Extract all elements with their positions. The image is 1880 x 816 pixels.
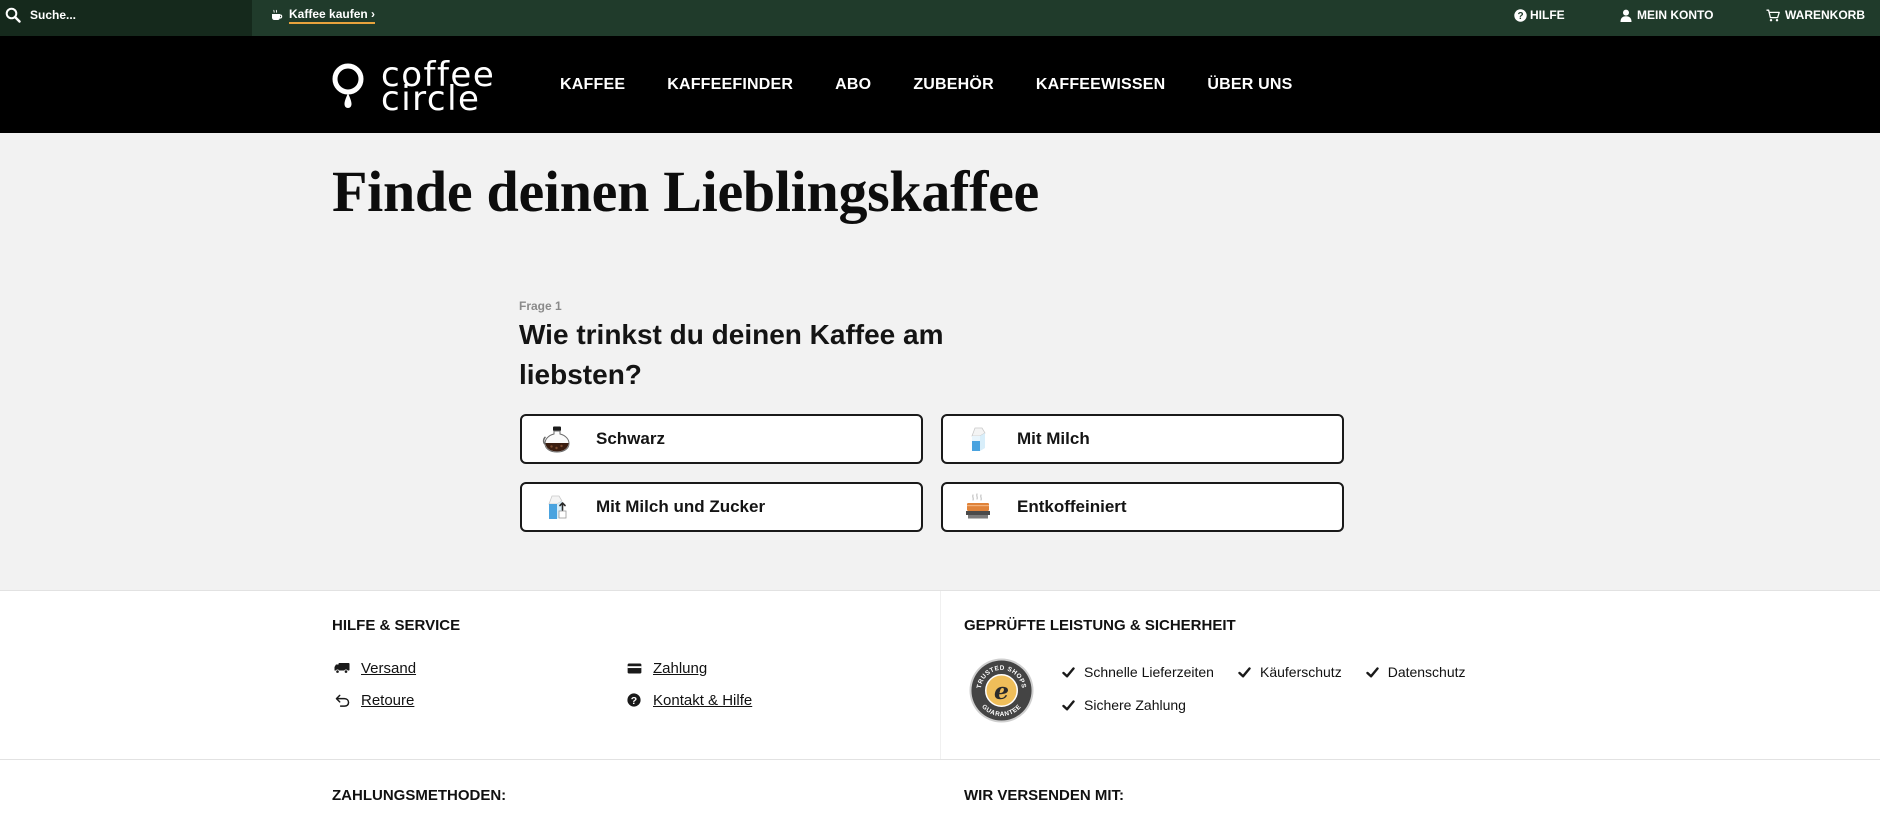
check-icon — [1238, 666, 1251, 678]
contact-help-link[interactable]: ? Kontakt & Hilfe — [626, 690, 918, 710]
milk-sugar-icon — [548, 495, 567, 519]
account-link[interactable]: MEIN KONTO — [1620, 0, 1713, 30]
nav-item-abo[interactable]: ABO — [835, 76, 871, 94]
search-bar[interactable] — [0, 0, 252, 36]
answer-option-mit-milch-und-zucker[interactable]: Mit Milch und Zucker — [520, 482, 923, 532]
payment-shipping-section: ZAHLUNGSMETHODEN: WIR VERSENDEN MIT: — [0, 759, 1880, 816]
svg-text:?: ? — [1517, 11, 1523, 22]
svg-text:?: ? — [631, 695, 637, 707]
answer-option-label: Schwarz — [596, 429, 665, 448]
trust-feature-label: Datenschutz — [1387, 664, 1466, 680]
check-icon — [1366, 666, 1379, 678]
contact-help-link-label: Kontakt & Hilfe — [653, 691, 753, 709]
section-divider — [940, 591, 941, 759]
trust-feature-label: Sichere Zahlung — [1084, 697, 1186, 713]
answer-option-entkoffeiniert[interactable]: Entkoffeiniert — [941, 482, 1344, 532]
trust-feature-label: Käuferschutz — [1259, 664, 1342, 680]
search-input[interactable] — [30, 5, 240, 25]
question-text: Wie trinkst du deinen Kaffee am liebsten… — [519, 319, 944, 390]
utility-bar: Kaffee kaufen › ? HILFE MEIN KONTO — [0, 0, 1880, 36]
nav-item-zubehoer[interactable]: ZUBEHÖR — [913, 76, 994, 94]
coffee-pot-icon — [542, 426, 570, 453]
answer-option-label: Entkoffeiniert — [1017, 497, 1127, 516]
help-link[interactable]: ? HILFE — [1514, 0, 1565, 30]
svg-text:e: e — [994, 677, 1009, 705]
trust-feature: Käuferschutz — [1238, 662, 1342, 682]
nav-item-ueber-uns[interactable]: ÜBER UNS — [1207, 76, 1292, 94]
shipping-link-label: Versand — [361, 659, 417, 677]
help-label: HILFE — [1530, 8, 1565, 22]
logo-line-2: circle — [381, 79, 481, 119]
question-step-label: Frage 1 — [519, 299, 562, 313]
payment-methods-title: ZAHLUNGSMETHODEN: — [332, 787, 507, 804]
shipping-link[interactable]: Versand — [334, 658, 626, 678]
shop-coffee-link[interactable]: Kaffee kaufen › — [271, 0, 376, 30]
logo-wordmark: coffee circle — [381, 58, 495, 119]
main-navigation: coffee circle KAFFEE KAFFEEFINDER ABO ZU… — [0, 36, 1880, 133]
trust-feature: Schnelle Lieferzeiten — [1062, 662, 1214, 682]
trust-feature-label: Schnelle Lieferzeiten — [1084, 664, 1214, 680]
returns-link-label: Retoure — [361, 691, 415, 709]
help-links: Versand Zahlung Retoure ? Kontakt & Hilf… — [334, 658, 918, 710]
trusted-shops-badge[interactable]: e TRUSTED SHOPS GUARANTEE — [969, 658, 1034, 723]
payment-link[interactable]: Zahlung — [626, 658, 918, 678]
trust-feature: Datenschutz — [1366, 662, 1466, 682]
cart-link[interactable]: WARENKORB — [1766, 0, 1865, 30]
help-service-title: HILFE & SERVICE — [332, 617, 461, 634]
logo[interactable]: coffee circle — [332, 36, 502, 133]
nav-menu: KAFFEE KAFFEEFINDER ABO ZUBEHÖR KAFFEEWI… — [560, 36, 1293, 133]
shop-coffee-label: Kaffee kaufen › — [289, 7, 376, 24]
service-section: HILFE & SERVICE Versand Zahlung Retoure … — [0, 590, 1880, 759]
check-icon — [1062, 666, 1075, 678]
answer-option-label: Mit Milch — [1017, 429, 1090, 448]
coffee-circle-logo-mark — [332, 63, 364, 108]
help-circle-icon: ? — [1514, 8, 1527, 22]
nav-item-kaffeefinder[interactable]: KAFFEEFINDER — [667, 76, 793, 94]
account-label: MEIN KONTO — [1637, 8, 1714, 22]
nav-item-kaffeewissen[interactable]: KAFFEEWISSEN — [1036, 76, 1166, 94]
answer-option-mit-milch[interactable]: Mit Milch — [941, 414, 1344, 464]
page-title: Finde deinen Lieblingskaffee — [332, 159, 1039, 224]
user-icon — [1620, 9, 1632, 22]
search-icon[interactable] — [5, 7, 21, 23]
returns-link[interactable]: Retoure — [334, 690, 626, 710]
trust-features: Schnelle Lieferzeiten Käuferschutz Daten… — [1062, 662, 1502, 715]
answer-option-schwarz[interactable]: Schwarz — [520, 414, 923, 464]
milk-carton-icon — [971, 427, 986, 451]
cart-icon — [1766, 9, 1780, 22]
trust-feature: Sichere Zahlung — [1062, 695, 1186, 715]
payment-link-label: Zahlung — [653, 659, 708, 677]
nav-item-kaffee[interactable]: KAFFEE — [560, 76, 625, 94]
help-circle-icon: ? — [626, 693, 642, 707]
trust-section-title: GEPRÜFTE LEISTUNG & SICHERHEIT — [964, 617, 1236, 634]
check-icon — [1062, 699, 1075, 711]
shipping-carriers-title: WIR VERSENDEN MIT: — [964, 787, 1125, 804]
answer-option-label: Mit Milch und Zucker — [596, 497, 766, 516]
coffee-cup-icon — [271, 9, 283, 21]
cart-label: WARENKORB — [1785, 8, 1865, 22]
return-arrow-icon — [334, 694, 350, 707]
credit-card-icon — [626, 662, 642, 674]
truck-icon — [334, 662, 350, 674]
decaf-coffee-icon — [966, 493, 990, 519]
coffee-finder-quiz: Finde deinen Lieblingskaffee Frage 1 Wie… — [0, 133, 1880, 590]
